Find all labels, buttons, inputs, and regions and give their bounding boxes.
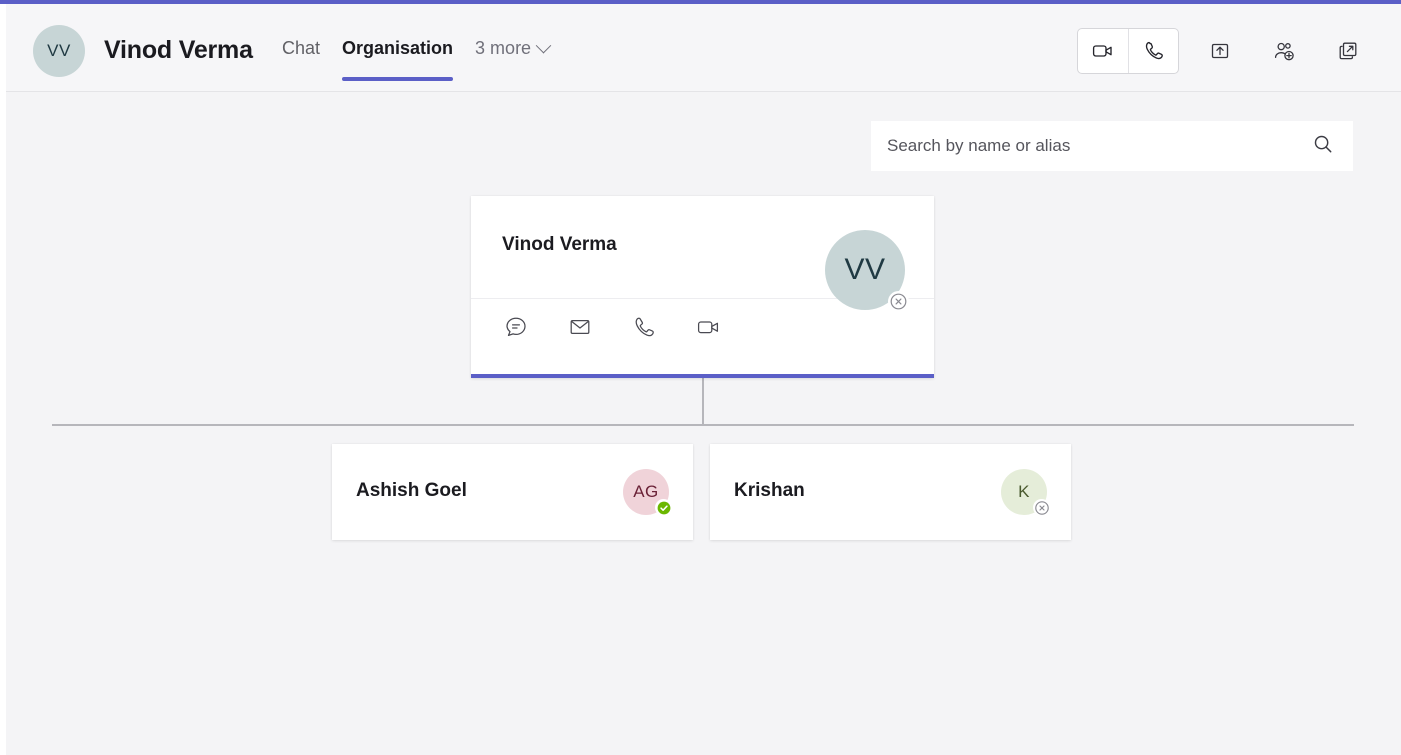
call-button[interactable] <box>630 315 658 343</box>
avatar-initials: K <box>1018 482 1030 501</box>
chat-button[interactable] <box>502 315 530 343</box>
available-check-icon <box>656 500 672 516</box>
chat-icon <box>503 314 529 345</box>
video-button[interactable] <box>694 315 722 343</box>
avatar-initials: VV <box>844 253 886 286</box>
org-card-report-name: Ashish Goel <box>356 480 467 501</box>
offline-x-icon <box>889 292 908 311</box>
connector-horizontal <box>52 424 1354 426</box>
org-card-root-name: Vinod Verma <box>502 234 617 255</box>
org-card-report-name: Krishan <box>734 480 805 501</box>
status-badge <box>655 499 672 516</box>
video-icon <box>695 314 721 345</box>
email-button[interactable] <box>566 315 594 343</box>
teams-contact-organisation-page: VV Vinod Verma Chat Organisation 3 more <box>0 0 1401 755</box>
org-card-root[interactable]: Vinod Verma VV <box>471 196 934 378</box>
connector-vertical <box>702 375 704 425</box>
org-card-report[interactable]: Ashish Goel AG <box>332 444 693 540</box>
status-badge <box>888 291 909 312</box>
offline-x-icon <box>1034 500 1050 516</box>
organisation-chart: Vinod Verma VV Ashish Goel AG Krishan K <box>0 0 1401 755</box>
call-icon <box>631 314 657 345</box>
org-card-root-header: Vinod Verma VV <box>471 196 934 312</box>
avatar: AG <box>623 469 672 516</box>
avatar: K <box>1001 469 1050 516</box>
org-card-report[interactable]: Krishan K <box>710 444 1071 540</box>
email-icon <box>567 314 593 345</box>
avatar: VV <box>825 230 909 312</box>
status-badge <box>1033 499 1050 516</box>
